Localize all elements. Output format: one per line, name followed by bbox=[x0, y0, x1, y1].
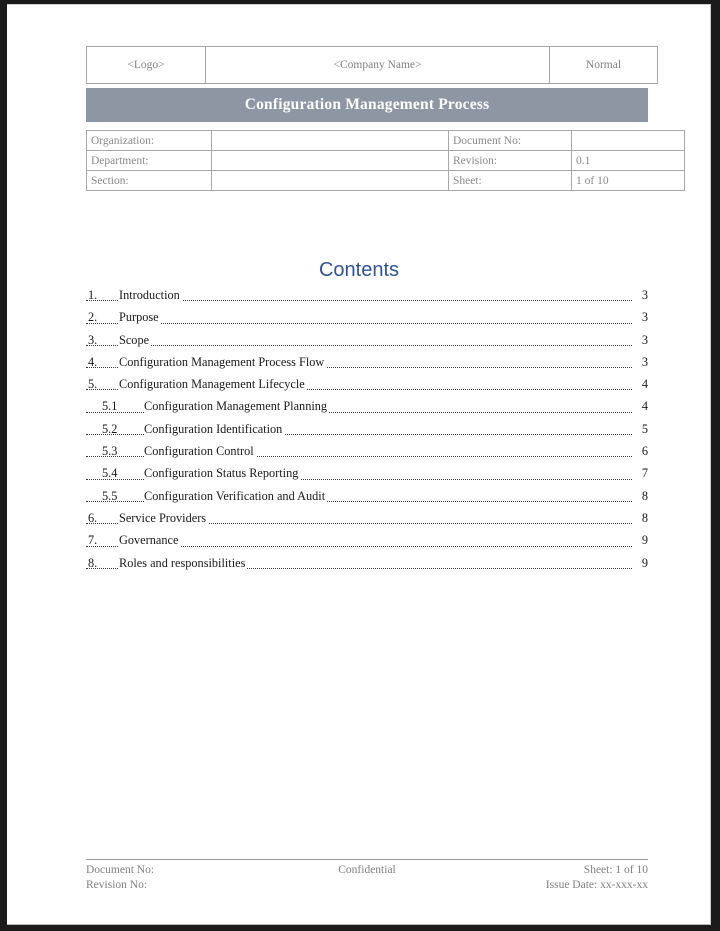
toc-entry[interactable]: 5. Configuration Management Lifecycle 4 bbox=[86, 373, 648, 396]
document-meta-table: Organization: Document No: Department: R… bbox=[86, 130, 685, 191]
company-name-cell: <Company Name> bbox=[205, 46, 550, 84]
document-page-frame: <Logo> <Company Name> Normal Configurati… bbox=[0, 0, 720, 931]
logo-cell: <Logo> bbox=[86, 46, 206, 84]
toc-leader-dots bbox=[86, 344, 632, 346]
toc-entry-label[interactable]: Configuration Status Reporting bbox=[144, 462, 301, 485]
toc-entry[interactable]: 5.4 Configuration Status Reporting 7 bbox=[86, 462, 648, 485]
toc-entry[interactable]: 4. Configuration Management Process Flow 3 bbox=[86, 350, 648, 374]
toc-entry-number: 5.3 bbox=[102, 444, 118, 459]
toc-entry-page: 4 bbox=[634, 395, 648, 418]
document-title-band: Configuration Management Process bbox=[86, 88, 648, 122]
meta-value-department[interactable] bbox=[211, 150, 449, 171]
meta-label-sheet: Sheet: bbox=[448, 170, 572, 191]
toc-entry-page: 3 bbox=[634, 328, 648, 351]
toc-entry-number: 5.2 bbox=[102, 421, 118, 436]
toc-entry[interactable]: 7. Governance 9 bbox=[86, 529, 648, 552]
toc-entry-number: 7. bbox=[88, 533, 98, 548]
toc-entry-number: 6. bbox=[88, 510, 98, 525]
toc-entry[interactable]: 5.1 Configuration Management Planning 4 bbox=[86, 395, 648, 418]
toc-entry-label[interactable]: Configuration Identification bbox=[144, 417, 285, 441]
table-of-contents: 1. Introduction 3 2. Purpose 3 3. Scope 3 4. Confi… bbox=[86, 284, 648, 574]
toc-entry[interactable]: 5.3 Configuration Control 6 bbox=[86, 440, 648, 463]
toc-entry[interactable]: 8. Roles and responsibilities 9 bbox=[86, 551, 648, 574]
toc-entry-label[interactable]: Roles and responsibilities bbox=[119, 551, 248, 574]
footer-issue-date: Issue Date: xx-xxx-xx bbox=[545, 879, 648, 891]
toc-entry-page: 4 bbox=[634, 373, 648, 396]
toc-entry-page: 8 bbox=[634, 506, 648, 530]
toc-entry-label[interactable]: Configuration Control bbox=[144, 440, 256, 463]
document-header-table: <Logo> <Company Name> Normal bbox=[86, 46, 658, 84]
toc-entry[interactable]: 1. Introduction 3 bbox=[86, 284, 648, 307]
document-footer: Document No: Revision No: Confidential S… bbox=[86, 859, 648, 895]
document-title: Configuration Management Process bbox=[244, 96, 490, 113]
document-page: <Logo> <Company Name> Normal Configurati… bbox=[7, 4, 711, 925]
toc-entry-page: 5 bbox=[634, 417, 648, 441]
toc-entry-page: 3 bbox=[634, 306, 648, 329]
toc-leader-dots bbox=[86, 322, 632, 324]
toc-entry-number: 5.1 bbox=[102, 399, 118, 414]
toc-entry-page: 3 bbox=[634, 284, 648, 307]
toc-entry-number: 8. bbox=[88, 555, 98, 570]
meta-label-document-no: Document No: bbox=[448, 130, 572, 151]
toc-entry-label[interactable]: Purpose bbox=[119, 306, 161, 329]
toc-entry-page: 9 bbox=[634, 551, 648, 574]
meta-value-sheet[interactable]: 1 of 10 bbox=[571, 170, 685, 191]
toc-entry-number: 1. bbox=[88, 288, 98, 302]
toc-entry[interactable]: 3. Scope 3 bbox=[86, 328, 648, 351]
toc-entry-number: 4. bbox=[88, 354, 98, 369]
meta-value-section[interactable] bbox=[211, 170, 449, 191]
meta-value-revision[interactable]: 0.1 bbox=[571, 150, 685, 171]
table-row: Organization: Document No: bbox=[86, 130, 685, 151]
meta-label-organization: Organization: bbox=[86, 130, 212, 151]
toc-entry-number: 5. bbox=[88, 377, 98, 392]
toc-entry-number: 5.4 bbox=[102, 466, 118, 481]
classification-cell: Normal bbox=[549, 46, 658, 84]
header-table-row: <Logo> <Company Name> Normal bbox=[86, 46, 658, 84]
footer-right-block: Sheet: 1 of 10 Issue Date: xx-xxx-xx bbox=[546, 863, 648, 893]
toc-entry-page: 8 bbox=[634, 484, 648, 507]
footer-divider bbox=[86, 859, 648, 860]
toc-entry-label[interactable]: Service Providers bbox=[119, 506, 209, 530]
toc-entry-label[interactable]: Configuration Management Planning bbox=[144, 395, 330, 418]
toc-entry-label[interactable]: Configuration Verification and Audit bbox=[144, 484, 328, 507]
toc-entry-number: 3. bbox=[88, 332, 98, 347]
toc-entry[interactable]: 2. Purpose 3 bbox=[86, 306, 648, 329]
footer-revision-no: Revision No: bbox=[86, 879, 148, 891]
meta-value-document-no[interactable] bbox=[571, 130, 685, 151]
meta-label-revision: Revision: bbox=[448, 150, 572, 171]
toc-entry-page: 7 bbox=[634, 462, 648, 485]
toc-entry-label[interactable]: Configuration Management Process Flow bbox=[119, 350, 327, 374]
toc-entry-label[interactable]: Introduction bbox=[119, 284, 182, 307]
meta-label-department: Department: bbox=[86, 150, 212, 171]
toc-entry-page: 3 bbox=[634, 350, 648, 374]
toc-entry[interactable]: 6. Service Providers 8 bbox=[86, 506, 648, 530]
table-row: Department: Revision: 0.1 bbox=[86, 150, 685, 171]
table-row: Section: Sheet: 1 of 10 bbox=[86, 170, 685, 191]
toc-entry[interactable]: 5.2 Configuration Identification 5 bbox=[86, 417, 648, 441]
meta-label-section: Section: bbox=[86, 170, 212, 191]
toc-entry-label[interactable]: Configuration Management Lifecycle bbox=[119, 373, 307, 396]
footer-sheet: Sheet: 1 of 10 bbox=[583, 864, 648, 876]
toc-entry-number: 2. bbox=[88, 310, 98, 325]
toc-entry-label[interactable]: Governance bbox=[119, 529, 181, 552]
toc-entry-number: 5.5 bbox=[102, 488, 118, 503]
toc-entry-label[interactable]: Scope bbox=[119, 328, 152, 351]
contents-heading: Contents bbox=[318, 259, 400, 281]
toc-entry-page: 9 bbox=[634, 529, 648, 552]
toc-entry-page: 6 bbox=[634, 440, 648, 463]
meta-value-organization[interactable] bbox=[211, 130, 449, 151]
toc-entry[interactable]: 5.5 Configuration Verification and Audit 8 bbox=[86, 484, 648, 507]
